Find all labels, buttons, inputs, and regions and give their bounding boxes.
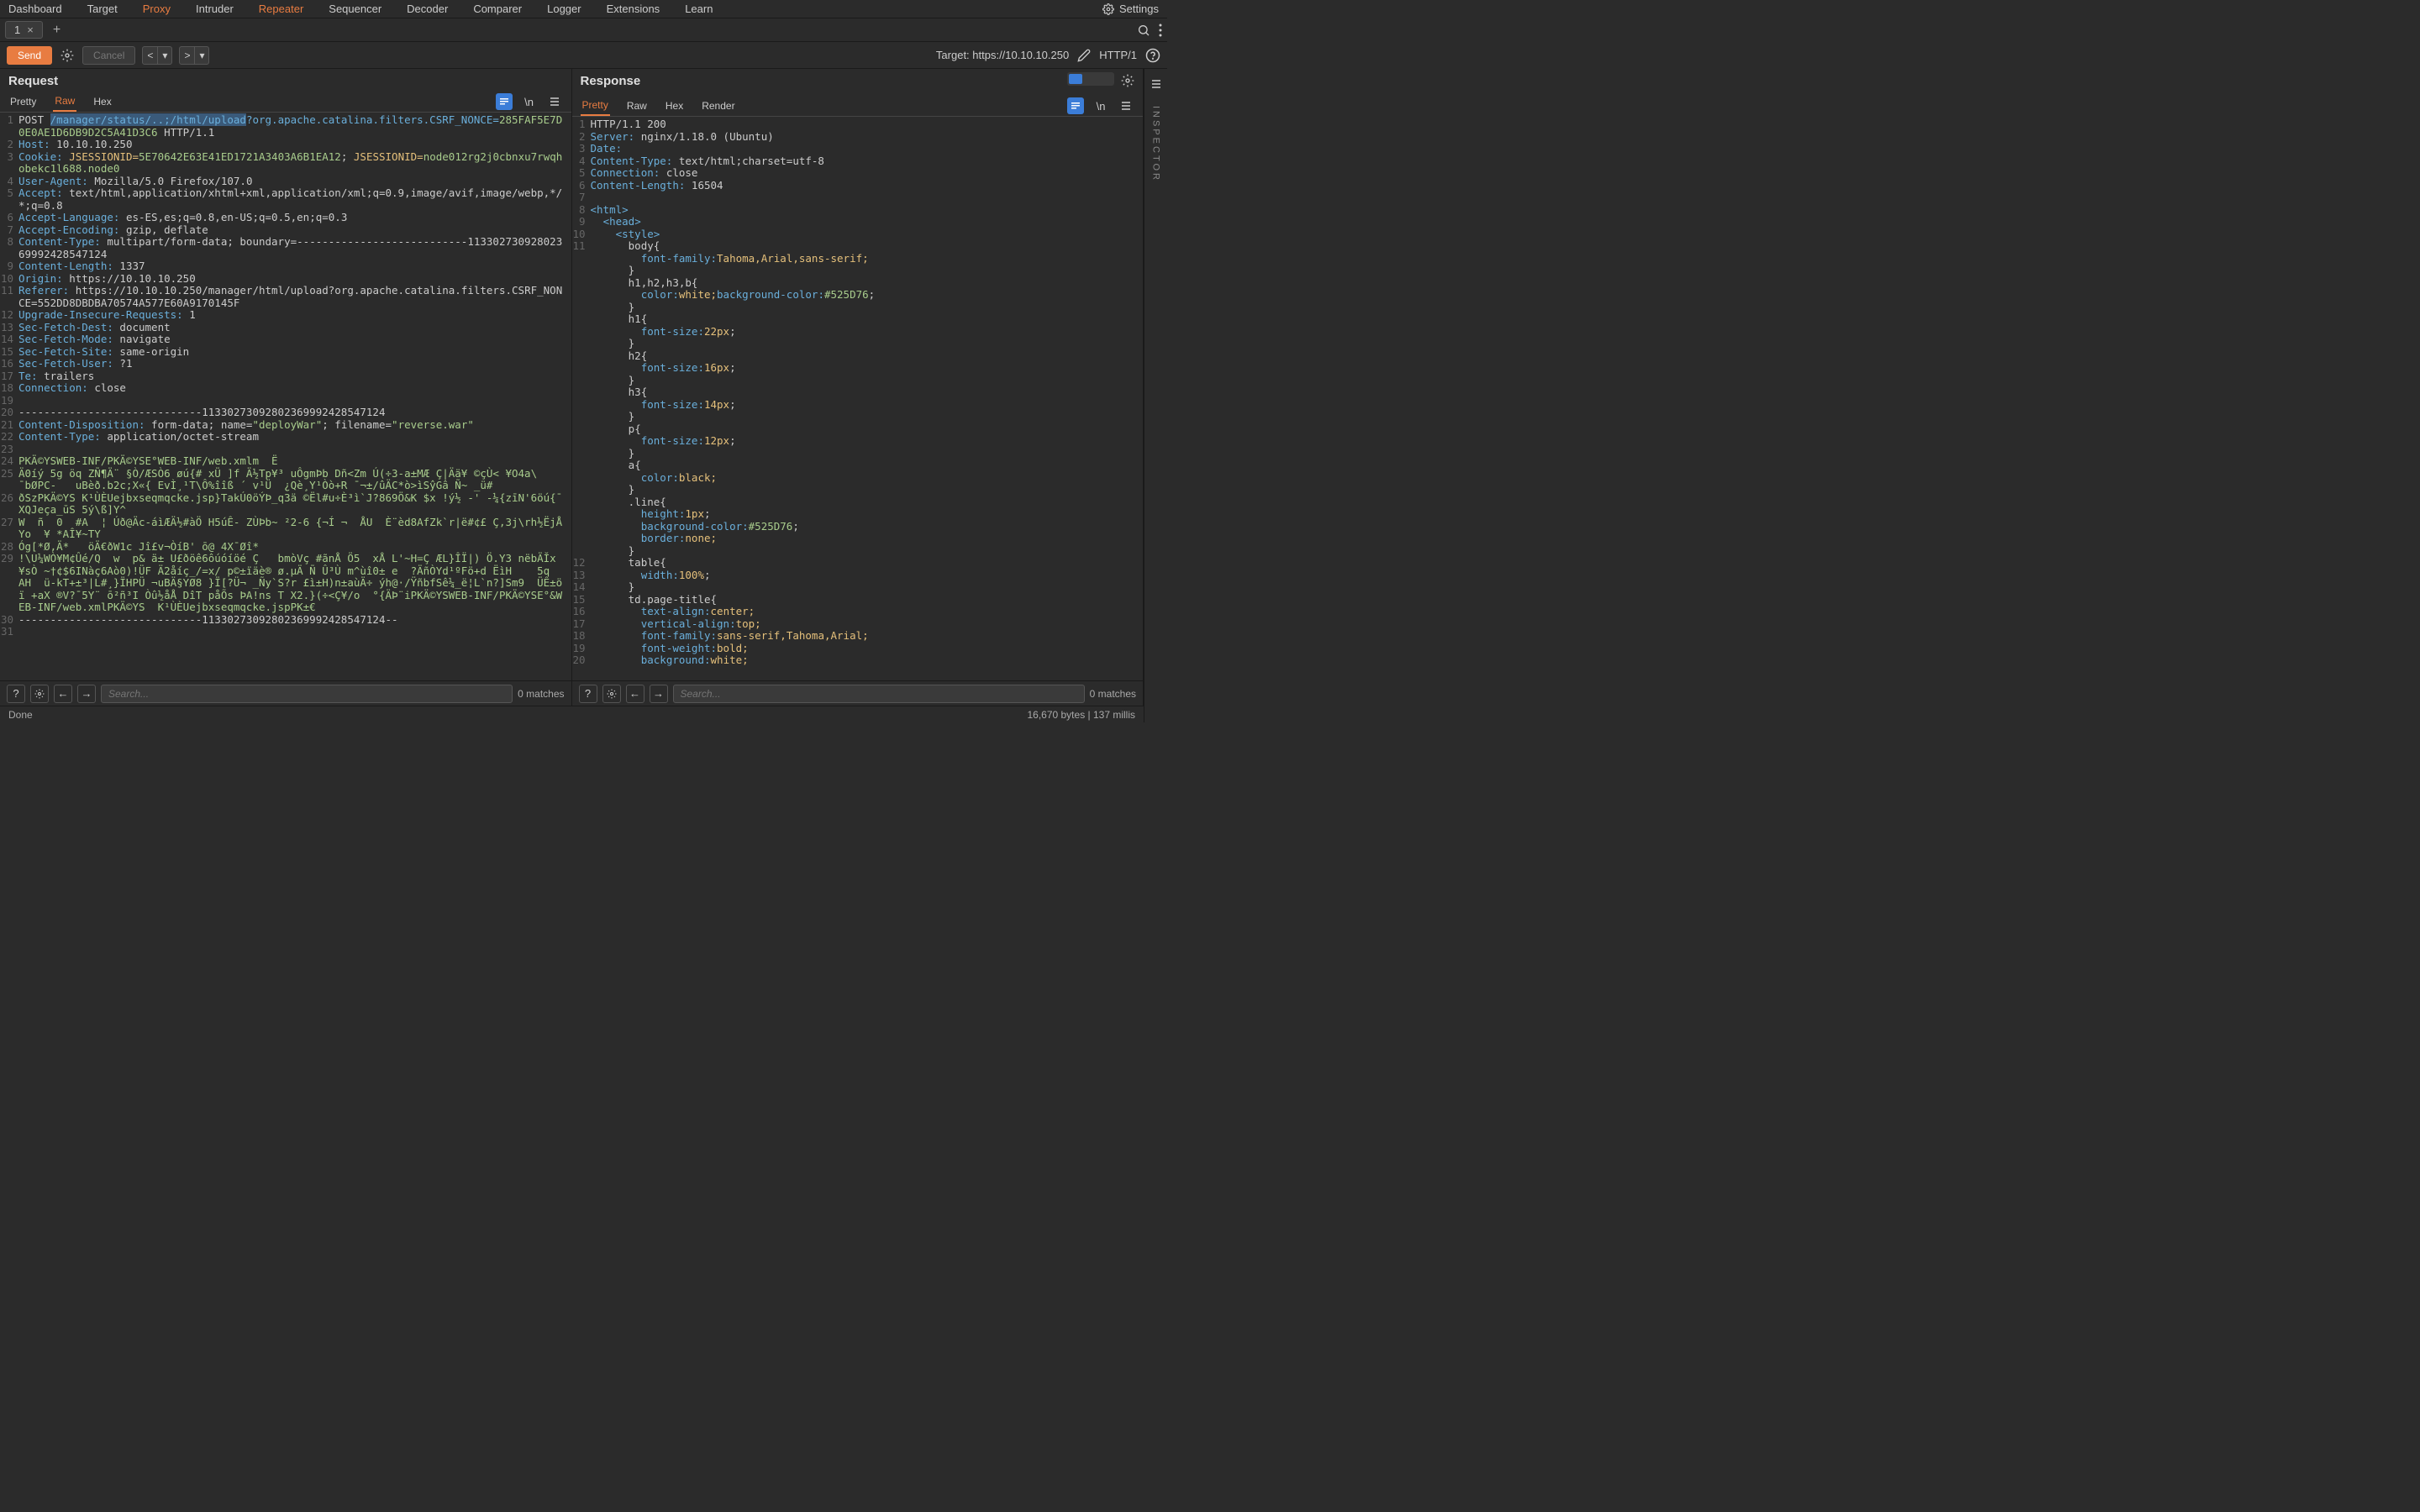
gear-icon[interactable] — [1119, 72, 1136, 89]
status-right: 16,670 bytes | 137 millis — [1027, 709, 1135, 721]
request-search-input[interactable] — [101, 685, 513, 703]
response-tab-hex[interactable]: Hex — [664, 97, 685, 115]
history-forward-dropdown[interactable]: ▾ — [195, 46, 209, 65]
send-button[interactable]: Send — [7, 46, 52, 65]
wrap-lines-icon[interactable] — [496, 93, 513, 110]
response-pane: Response Pretty Raw Hex Render \n 1H — [572, 69, 1144, 706]
history-forward-group: > ▾ — [179, 46, 209, 65]
menu-sequencer[interactable]: Sequencer — [329, 3, 381, 15]
request-search-bar: ? ← → 0 matches — [0, 680, 571, 706]
layout-toggle[interactable] — [1067, 72, 1114, 86]
response-tab-raw[interactable]: Raw — [625, 97, 649, 115]
search-icon[interactable] — [1137, 24, 1150, 37]
history-forward-button[interactable]: > — [179, 46, 195, 65]
request-tab-pretty[interactable]: Pretty — [8, 92, 38, 111]
tab-label: 1 — [14, 24, 20, 36]
help-icon[interactable]: ? — [579, 685, 597, 703]
more-icon[interactable] — [1159, 24, 1162, 37]
history-back-button[interactable]: < — [142, 46, 158, 65]
gear-icon — [60, 49, 74, 62]
top-menu-bar: Dashboard Target Proxy Intruder Repeater… — [0, 0, 1167, 18]
menu-proxy[interactable]: Proxy — [143, 3, 171, 15]
prev-match-button[interactable]: ← — [626, 685, 644, 703]
request-editor[interactable]: 1POST /manager/status/..;/html/upload?or… — [0, 113, 571, 680]
request-match-count: 0 matches — [518, 688, 564, 700]
menu-target[interactable]: Target — [87, 3, 118, 15]
prev-match-button[interactable]: ← — [54, 685, 72, 703]
response-tab-render[interactable]: Render — [700, 97, 736, 115]
menu-comparer[interactable]: Comparer — [473, 3, 522, 15]
layout-vertical-icon — [1084, 74, 1097, 84]
menu-logger[interactable]: Logger — [547, 3, 581, 15]
target-label: Target: https://10.10.10.250 — [936, 49, 1069, 61]
settings-button[interactable]: Settings — [1102, 3, 1159, 15]
inspector-label[interactable]: INSPECTOR — [1151, 106, 1161, 182]
history-back-dropdown[interactable]: ▾ — [158, 46, 172, 65]
close-icon[interactable]: × — [27, 24, 34, 36]
response-match-count: 0 matches — [1090, 688, 1136, 700]
menu-repeater[interactable]: Repeater — [259, 3, 303, 15]
response-editor[interactable]: 1HTTP/1.1 200 2Server: nginx/1.18.0 (Ubu… — [572, 117, 1144, 680]
show-nonprintable-icon[interactable]: \n — [521, 93, 538, 110]
cancel-button[interactable]: Cancel — [82, 46, 135, 65]
status-left: Done — [8, 709, 33, 721]
gear-icon — [1102, 3, 1114, 15]
inspector-sidebar: INSPECTOR — [1144, 69, 1167, 722]
add-tab-button[interactable]: + — [48, 23, 66, 38]
edit-target-icon[interactable] — [1077, 49, 1091, 62]
hamburger-icon[interactable] — [546, 93, 563, 110]
gear-icon[interactable] — [30, 685, 49, 703]
menu-learn[interactable]: Learn — [685, 3, 713, 15]
status-bar: Done 16,670 bytes | 137 millis — [0, 706, 1144, 722]
menu-intruder[interactable]: Intruder — [196, 3, 234, 15]
settings-gear-button[interactable] — [59, 47, 76, 64]
response-tab-pretty[interactable]: Pretty — [581, 96, 610, 116]
request-tab-hex[interactable]: Hex — [92, 92, 113, 111]
history-back-group: < ▾ — [142, 46, 172, 65]
next-match-button[interactable]: → — [77, 685, 96, 703]
menu-dashboard[interactable]: Dashboard — [8, 3, 62, 15]
show-nonprintable-icon[interactable]: \n — [1092, 97, 1109, 114]
menu-decoder[interactable]: Decoder — [407, 3, 448, 15]
repeater-tabs-bar: 1 × + — [0, 18, 1167, 42]
menu-extensions[interactable]: Extensions — [607, 3, 660, 15]
hamburger-icon[interactable] — [1118, 97, 1134, 114]
response-search-input[interactable] — [673, 685, 1085, 703]
request-pane: Request Pretty Raw Hex \n 1POST /manager… — [0, 69, 572, 706]
layout-combined-icon — [1099, 74, 1113, 84]
layout-horizontal-icon — [1069, 74, 1082, 84]
http-version-label[interactable]: HTTP/1 — [1099, 49, 1137, 61]
help-icon[interactable]: ? — [7, 685, 25, 703]
wrap-lines-icon[interactable] — [1067, 97, 1084, 114]
repeater-tab-1[interactable]: 1 × — [5, 21, 43, 39]
next-match-button[interactable]: → — [650, 685, 668, 703]
response-search-bar: ? ← → 0 matches — [572, 680, 1144, 706]
request-title: Request — [8, 74, 563, 88]
help-icon[interactable] — [1145, 48, 1160, 63]
gear-icon[interactable] — [602, 685, 621, 703]
settings-label: Settings — [1119, 3, 1159, 15]
repeater-toolbar: Send Cancel < ▾ > ▾ Target: https://10.1… — [0, 42, 1167, 69]
request-tab-raw[interactable]: Raw — [53, 92, 76, 112]
response-title: Response — [581, 74, 1053, 88]
hamburger-icon[interactable] — [1148, 76, 1165, 92]
